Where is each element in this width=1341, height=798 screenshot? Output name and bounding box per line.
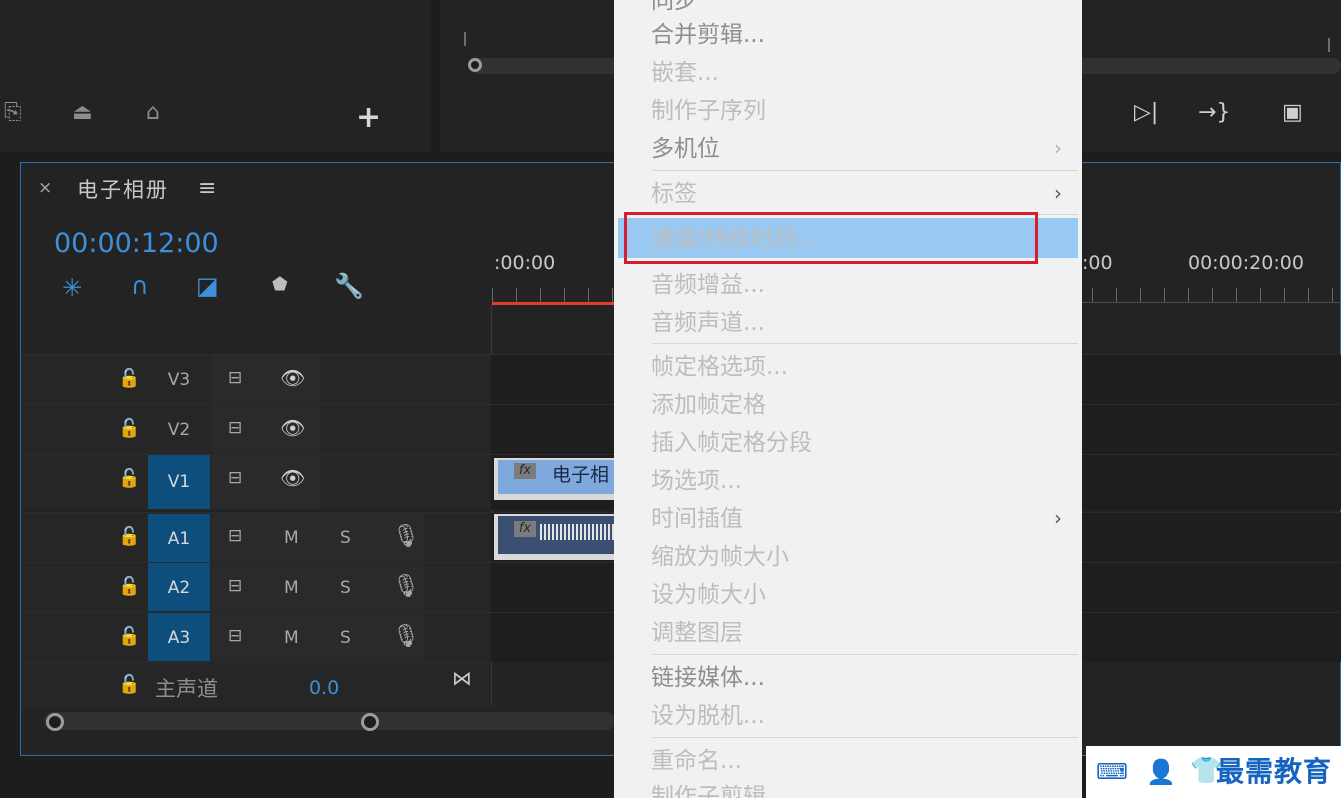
menu-item-link-media: 链接媒体... bbox=[651, 665, 765, 691]
lock-icon[interactable]: 🔓 bbox=[118, 526, 140, 547]
solo-button[interactable]: S bbox=[340, 578, 351, 598]
scrub-handle[interactable] bbox=[468, 58, 482, 72]
ruler-time-start: :00:00 bbox=[494, 252, 556, 274]
menu-item-adjustment-layer[interactable]: 调整图层 bbox=[651, 614, 743, 652]
eye-icon[interactable]: 👁 bbox=[280, 416, 305, 440]
solo-button[interactable]: S bbox=[340, 528, 351, 548]
sync-lock-icon[interactable]: ⊟ bbox=[228, 576, 242, 596]
playhead-line bbox=[492, 302, 616, 305]
menu-item-rename[interactable]: 重命名... bbox=[651, 742, 742, 780]
sync-lock-icon[interactable]: ⊟ bbox=[228, 418, 242, 438]
microphone-icon[interactable]: 🎙 bbox=[392, 524, 420, 549]
track-name-a2[interactable]: A2 bbox=[148, 563, 210, 611]
user-icon: 👤 bbox=[1146, 758, 1176, 786]
watermark-text: 最需教育 bbox=[1216, 755, 1333, 788]
sync-lock-icon[interactable]: ⊟ bbox=[228, 626, 242, 646]
ruler-time-mid: :00 bbox=[1082, 252, 1113, 274]
menu-item-insert-frame-hold-segment[interactable]: 插入帧定格分段 bbox=[651, 424, 812, 462]
microphone-icon[interactable]: 🎙 bbox=[392, 624, 420, 649]
export-frame-icon[interactable]: ▣ bbox=[1282, 100, 1303, 125]
nest-toggle-icon[interactable]: ✳ bbox=[62, 274, 82, 302]
chevron-right-icon: › bbox=[1054, 506, 1062, 530]
menu-separator bbox=[652, 170, 1078, 171]
chevron-right-icon: › bbox=[1054, 136, 1062, 160]
ruler-time-end: 00:00:20:00 bbox=[1188, 252, 1304, 274]
menu-item-time-interpolation[interactable]: 时间插值 bbox=[651, 500, 743, 538]
sync-lock-icon[interactable]: ⊟ bbox=[228, 368, 242, 388]
menu-item-make-subclip[interactable]: 制作子剪辑 bbox=[651, 778, 766, 798]
eye-icon[interactable]: 👁 bbox=[280, 366, 305, 390]
solo-button[interactable]: S bbox=[340, 628, 351, 648]
track-name-v1[interactable]: V1 bbox=[148, 455, 210, 509]
step-forward-icon[interactable]: ▷| bbox=[1134, 100, 1158, 125]
menu-item-audio-channels[interactable]: 音频声道... bbox=[651, 304, 765, 342]
master-volume-value[interactable]: 0.0 bbox=[309, 677, 339, 699]
lock-icon[interactable]: 🔓 bbox=[118, 626, 140, 647]
fx-badge: fx bbox=[514, 521, 536, 537]
sync-lock-icon[interactable]: ⊟ bbox=[228, 468, 242, 488]
wrench-icon[interactable]: 🔧 bbox=[334, 272, 364, 300]
sequence-title: 电子相册 bbox=[77, 178, 169, 202]
linked-selection-icon[interactable]: ◪ bbox=[196, 272, 219, 300]
mute-button[interactable]: M bbox=[284, 528, 299, 548]
close-icon[interactable]: × bbox=[38, 178, 52, 198]
audio-waveform bbox=[540, 524, 614, 540]
menu-item-make-subsequence[interactable]: 制作子序列 bbox=[651, 92, 766, 130]
mute-button[interactable]: M bbox=[284, 578, 299, 598]
chevron-right-icon: › bbox=[1054, 181, 1062, 205]
annotation-highlight-box bbox=[624, 212, 1038, 264]
menu-item-scale-to-frame-size[interactable]: 缩放为帧大小 bbox=[651, 538, 789, 576]
snap-icon[interactable]: ∩ bbox=[131, 272, 149, 300]
menu-item-multicam: 多机位 bbox=[651, 136, 720, 162]
bowtie-icon[interactable]: ⋈ bbox=[452, 666, 472, 690]
menu-item-nest[interactable]: 嵌套... bbox=[651, 54, 719, 92]
track-name-a1[interactable]: A1 bbox=[148, 514, 210, 562]
menu-item-merge-clips: 合并剪辑... bbox=[651, 22, 765, 48]
track-name-a3[interactable]: A3 bbox=[148, 613, 210, 661]
scrub-tick bbox=[1328, 38, 1330, 52]
timeline-zoom-scrollbar[interactable] bbox=[44, 712, 615, 730]
lock-icon[interactable]: 🔓 bbox=[118, 418, 140, 439]
track-header-master bbox=[21, 662, 491, 708]
overwrite-icon[interactable]: ⏏ bbox=[72, 100, 93, 125]
track-name-v3[interactable]: V3 bbox=[148, 355, 210, 403]
menu-item-audio-gain[interactable]: 音频增益... bbox=[651, 266, 765, 304]
add-button[interactable]: + bbox=[356, 100, 381, 135]
menu-item-make-offline[interactable]: 设为脱机... bbox=[651, 697, 765, 735]
menu-item-set-to-frame-size[interactable]: 设为帧大小 bbox=[651, 576, 766, 614]
zoom-handle-right[interactable] bbox=[361, 713, 379, 731]
go-to-out-icon[interactable]: →} bbox=[1198, 100, 1230, 125]
menu-separator bbox=[652, 343, 1078, 344]
menu-separator bbox=[652, 654, 1078, 655]
insert-icon[interactable]: ⎘ bbox=[4, 100, 22, 125]
keyboard-icon: ⌨ bbox=[1096, 760, 1128, 785]
playhead-timecode[interactable]: 00:00:12:00 bbox=[54, 228, 219, 259]
fx-badge: fx bbox=[514, 463, 536, 479]
lock-icon[interactable]: 🔓 bbox=[118, 576, 140, 597]
menu-item-frame-hold-options[interactable]: 帧定格选项... bbox=[651, 348, 788, 386]
master-track-label: 主声道 bbox=[155, 677, 218, 701]
lock-icon[interactable]: 🔓 bbox=[118, 468, 140, 489]
lock-icon[interactable]: 🔓 bbox=[118, 674, 140, 695]
microphone-icon[interactable]: 🎙 bbox=[392, 574, 420, 599]
menu-item-label[interactable]: 标签 bbox=[651, 175, 697, 213]
clip-name: 电子相 bbox=[552, 464, 610, 486]
menu-item-field-options[interactable]: 场选项... bbox=[651, 462, 742, 500]
add-marker-icon[interactable]: ⬟ bbox=[272, 274, 288, 295]
zoom-handle-left[interactable] bbox=[46, 713, 64, 731]
track-name-v2[interactable]: V2 bbox=[148, 405, 210, 453]
menu-separator bbox=[652, 737, 1078, 738]
lock-icon[interactable]: 🔓 bbox=[118, 368, 140, 389]
scrub-tick bbox=[464, 32, 466, 46]
mute-button[interactable]: M bbox=[284, 628, 299, 648]
panel-menu-icon[interactable]: ≡ bbox=[198, 176, 216, 201]
camera-icon[interactable]: ⌂ bbox=[146, 100, 160, 125]
menu-item-add-frame-hold[interactable]: 添加帧定格 bbox=[651, 386, 766, 424]
eye-icon[interactable]: 👁 bbox=[280, 466, 305, 490]
sync-lock-icon[interactable]: ⊟ bbox=[228, 526, 242, 546]
